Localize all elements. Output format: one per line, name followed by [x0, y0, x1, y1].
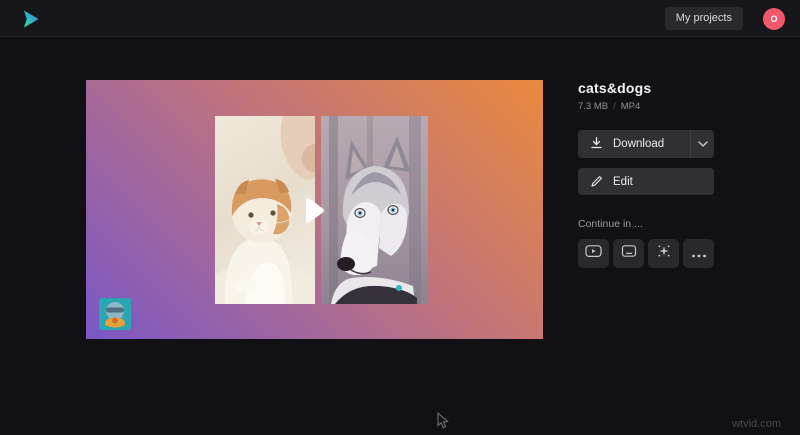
brand-badge-avatar — [99, 298, 131, 330]
continue-sparkle-button[interactable] — [648, 239, 679, 268]
more-options-icon — [691, 245, 707, 263]
continue-more-button[interactable] — [683, 239, 714, 268]
play-icon[interactable] — [305, 197, 325, 224]
file-meta: 7.3 MB / MP4 — [578, 101, 714, 112]
export-sidebar: cats&dogs 7.3 MB / MP4 Download — [578, 80, 714, 268]
header-actions: My projects O — [665, 0, 785, 37]
edit-button[interactable]: Edit — [578, 168, 714, 195]
chevron-down-icon — [698, 138, 708, 150]
mouse-cursor-icon — [437, 412, 449, 435]
app-header: My projects O — [0, 0, 800, 37]
download-icon — [590, 136, 603, 152]
continue-video-player-button[interactable] — [578, 239, 609, 268]
app-logo-play-icon[interactable] — [21, 9, 41, 29]
download-options-button[interactable] — [690, 130, 714, 158]
my-projects-button[interactable]: My projects — [665, 7, 743, 30]
continue-display-button[interactable] — [613, 239, 644, 268]
file-size: 7.3 MB — [578, 101, 608, 112]
watermark-text: wtvid.com — [732, 418, 781, 430]
video-preview[interactable] — [86, 80, 543, 339]
video-player-icon — [585, 244, 602, 263]
edit-pencil-icon — [590, 174, 603, 190]
continue-in-label: Continue in ... — [578, 218, 714, 230]
meta-separator: / — [613, 101, 616, 112]
cat-clip-thumbnail — [215, 116, 315, 304]
download-button[interactable]: Download — [578, 130, 690, 158]
file-title: cats&dogs — [578, 80, 714, 96]
download-split-button: Download — [578, 130, 714, 158]
edit-label: Edit — [613, 176, 633, 188]
display-icon — [621, 244, 637, 263]
user-avatar[interactable]: O — [763, 8, 785, 30]
download-label: Download — [613, 138, 664, 150]
file-type: MP4 — [621, 101, 641, 112]
continue-in-actions — [578, 239, 714, 268]
dog-clip-thumbnail — [321, 116, 428, 304]
sparkle-icon — [656, 243, 672, 264]
